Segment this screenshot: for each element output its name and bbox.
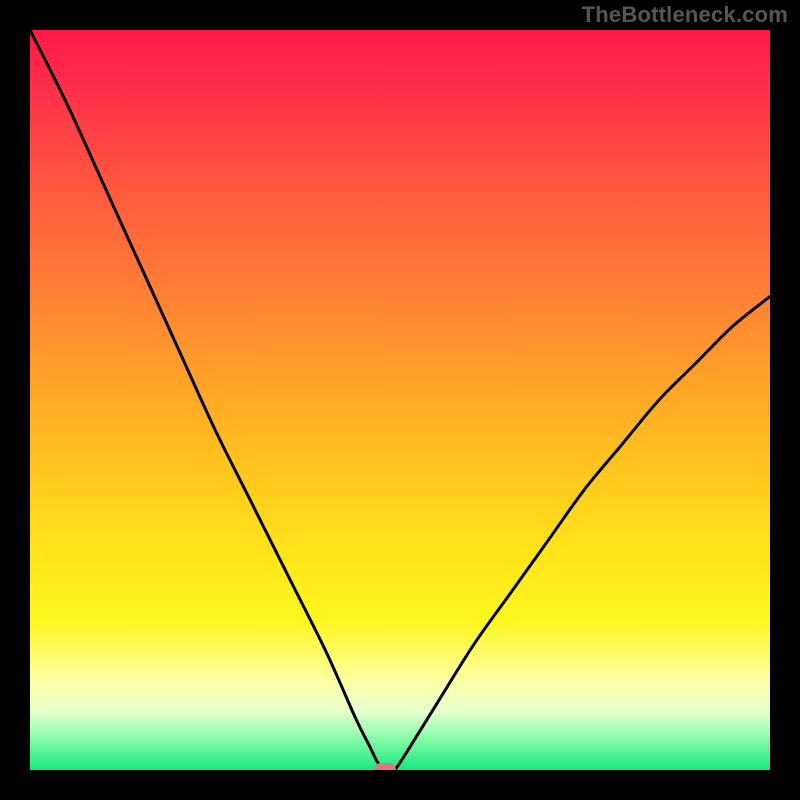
plot-area xyxy=(30,30,770,770)
chart-frame: TheBottleneck.com xyxy=(0,0,800,800)
bottleneck-curve xyxy=(30,30,770,770)
minimum-marker xyxy=(374,763,396,770)
curve-path xyxy=(30,30,770,770)
watermark-text: TheBottleneck.com xyxy=(582,2,788,28)
